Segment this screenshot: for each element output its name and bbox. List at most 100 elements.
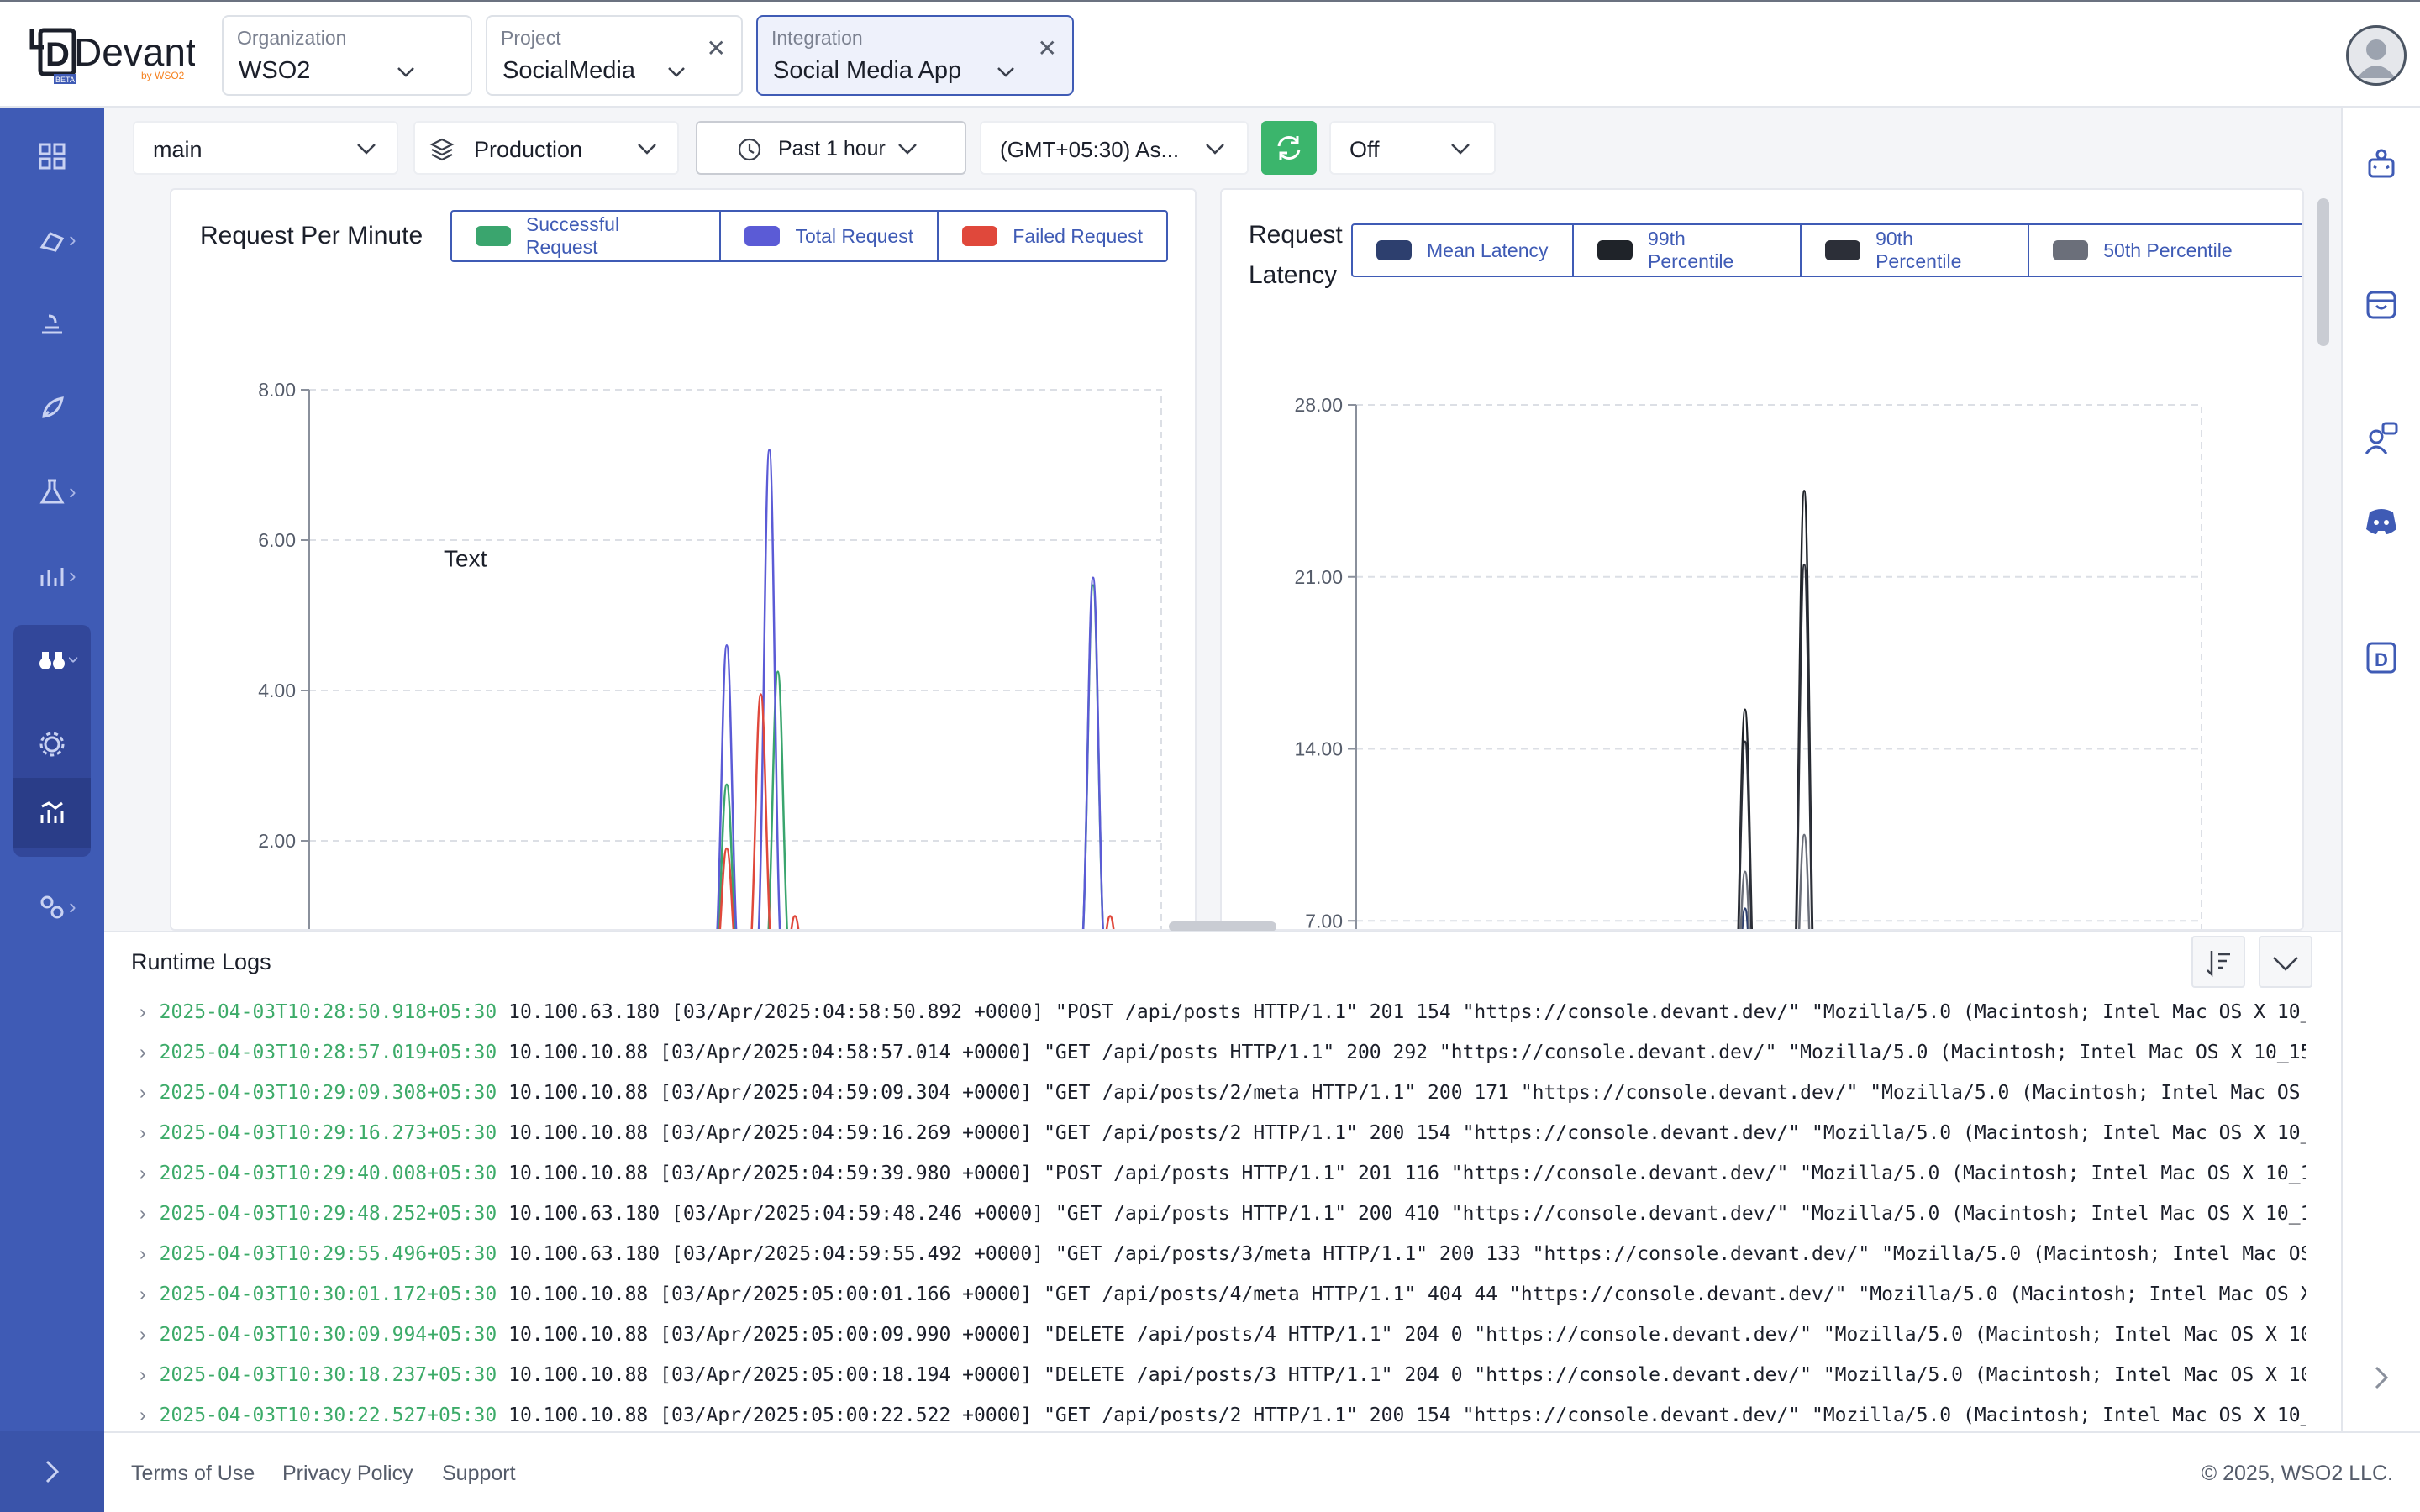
log-row[interactable]: › 2025-04-03T10:29:48.252+05:30 10.100.63… — [139, 1193, 2306, 1233]
clear-project-icon[interactable]: ✕ — [707, 37, 726, 60]
log-timestamp: 2025-04-03T10:30:01.172+05:30 — [159, 1284, 497, 1305]
legend-failed[interactable]: Failed Request — [939, 212, 1166, 260]
nav-launch[interactable] — [0, 375, 104, 442]
plot-frame — [1355, 404, 2202, 929]
expand-row-icon[interactable]: › — [139, 1081, 146, 1103]
environment-selector[interactable]: Production — [413, 121, 679, 175]
vertical-scrollbar[interactable] — [2317, 198, 2329, 346]
plot-frame — [308, 389, 1162, 929]
devant-logo[interactable]: D Devant BETA by WSO2 — [27, 25, 197, 87]
privacy-link[interactable]: Privacy Policy — [282, 1462, 413, 1486]
nav-observability[interactable]: › — [0, 627, 104, 694]
nav-deploy[interactable] — [0, 291, 104, 358]
discord-button[interactable] — [2363, 502, 2400, 543]
time-range-selector[interactable]: Past 1 hour — [696, 121, 966, 175]
log-row[interactable]: › 2025-04-03T10:28:57.019+05:30 10.100.10… — [139, 1032, 2306, 1072]
y-tick-label: 14.00 — [1294, 738, 1343, 760]
chevron-right-icon — [2375, 1366, 2389, 1389]
expand-row-icon[interactable]: › — [139, 1000, 146, 1022]
series-line-1 — [1741, 907, 1749, 929]
legend-total[interactable]: Total Request — [721, 212, 939, 260]
legend-p90[interactable]: 90th Percentile — [1802, 225, 2030, 276]
user-avatar[interactable] — [2346, 25, 2407, 86]
log-row[interactable]: › 2025-04-03T10:29:40.008+05:30 10.100.10… — [139, 1152, 2306, 1193]
terms-link[interactable]: Terms of Use — [131, 1462, 255, 1486]
log-row[interactable]: › 2025-04-03T10:30:09.994+05:30 10.100.10… — [139, 1314, 2306, 1354]
branch-value: main — [153, 137, 203, 162]
admin-icon — [40, 895, 64, 919]
chevron-right-icon: › — [69, 894, 76, 919]
branch-selector[interactable]: main — [133, 121, 398, 175]
nav-test[interactable]: › — [0, 459, 104, 526]
series-line-4 — [1739, 833, 1811, 929]
log-row[interactable]: › 2025-04-03T10:30:01.172+05:30 10.100.10… — [139, 1273, 2306, 1314]
expand-row-icon[interactable]: › — [139, 1242, 146, 1264]
chart-annotation: Text — [444, 545, 487, 571]
support-link[interactable]: Support — [442, 1462, 516, 1486]
timezone-selector[interactable]: (GMT+05:30) As... — [980, 121, 1249, 175]
auto-refresh-selector[interactable]: Off — [1329, 121, 1496, 175]
copyright-text: © 2025, WSO2 LLC. — [2201, 1462, 2393, 1485]
discord-icon — [2366, 509, 2396, 534]
log-row[interactable]: › 2025-04-03T10:29:16.273+05:30 10.100.10… — [139, 1112, 2306, 1152]
nav-obs-metrics[interactable] — [0, 780, 104, 847]
integration-selector[interactable]: Integration Social Media App ✕ — [756, 15, 1074, 96]
log-row[interactable]: › 2025-04-03T10:30:18.237+05:30 10.100.10… — [139, 1354, 2306, 1394]
log-row[interactable]: › 2025-04-03T10:29:09.308+05:30 10.100.10… — [139, 1072, 2306, 1112]
project-label: Project — [501, 27, 561, 49]
legend-p50[interactable]: 50th Percentile — [2029, 225, 2302, 276]
expand-row-icon[interactable]: › — [139, 1202, 146, 1224]
log-row[interactable]: › 2025-04-03T10:30:22.527+05:30 10.100.10… — [139, 1394, 2306, 1435]
sort-logs-button[interactable] — [2191, 936, 2245, 988]
expand-row-icon[interactable]: › — [139, 1404, 146, 1425]
legend-swatch — [1376, 240, 1412, 260]
docs-button[interactable]: D — [2363, 638, 2400, 680]
log-timestamp: 2025-04-03T10:29:55.496+05:30 — [159, 1243, 497, 1265]
log-message: 10.100.10.88 [03/Apr/2025:05:00:22.522 +… — [508, 1404, 2306, 1426]
nav-build[interactable]: › — [0, 207, 104, 274]
project-selector[interactable]: Project SocialMedia ✕ — [486, 15, 743, 96]
nav-overview[interactable] — [0, 123, 104, 190]
nav-admin[interactable]: › — [0, 874, 104, 941]
expand-row-icon[interactable]: › — [139, 1323, 146, 1345]
sort-icon — [2207, 951, 2230, 978]
expand-nav-button[interactable] — [0, 1431, 104, 1512]
expand-row-icon[interactable]: › — [139, 1041, 146, 1063]
log-message: 10.100.63.180 [03/Apr/2025:04:59:48.246 … — [508, 1203, 2306, 1225]
collapse-logs-button[interactable] — [2259, 936, 2312, 988]
ai-assistant-button[interactable] — [2363, 146, 2400, 187]
chevron-right-icon: › — [69, 227, 76, 252]
log-message: 10.100.10.88 [03/Apr/2025:05:00:18.194 +… — [508, 1364, 2306, 1386]
logo-text: Devant — [74, 30, 195, 74]
chevron-down-icon — [997, 67, 1014, 77]
overview-icon — [39, 143, 66, 170]
legend-label: 99th Percentile — [1648, 228, 1734, 272]
expand-row-icon[interactable]: › — [139, 1283, 146, 1305]
legend-p99[interactable]: 99th Percentile — [1574, 225, 1802, 276]
support-button[interactable] — [2363, 420, 2400, 461]
legend-label: Mean Latency — [1427, 239, 1549, 261]
inbox-button[interactable] — [2363, 286, 2400, 327]
legend-successful[interactable]: Successful Request — [452, 212, 722, 260]
request-latency-card: Request Latency Mean Latency 99th Percen… — [1220, 188, 2304, 931]
auto-refresh-value: Off — [1349, 137, 1380, 162]
legend-mean[interactable]: Mean Latency — [1353, 225, 1575, 276]
log-row[interactable]: › 2025-04-03T10:29:55.496+05:30 10.100.63… — [139, 1233, 2306, 1273]
expand-row-icon[interactable]: › — [139, 1121, 146, 1143]
nav-obs-settings[interactable] — [0, 711, 104, 778]
chevron-down-icon: › — [61, 656, 87, 664]
expand-row-icon[interactable]: › — [139, 1162, 146, 1184]
expand-panel-button[interactable] — [2370, 1361, 2395, 1399]
refresh-button[interactable] — [1261, 121, 1317, 175]
organization-selector[interactable]: Organization WSO2 — [222, 15, 472, 96]
log-row[interactable]: › 2025-04-03T10:28:50.918+05:30 10.100.63… — [139, 991, 2306, 1032]
runtime-logs-title: Runtime Logs — [131, 949, 271, 974]
log-message: 10.100.63.180 [03/Apr/2025:04:58:50.892 … — [508, 1001, 2306, 1023]
request-per-minute-card: Request Per Minute Successful Request To… — [170, 188, 1197, 931]
nav-insights[interactable]: › — [0, 543, 104, 610]
inbox-icon — [2366, 291, 2396, 319]
expand-row-icon[interactable]: › — [139, 1363, 146, 1385]
logo-sub: by WSO2 — [141, 70, 185, 81]
clear-integration-icon[interactable]: ✕ — [1038, 37, 1057, 60]
log-message: 10.100.10.88 [03/Apr/2025:04:58:57.014 +… — [508, 1042, 2306, 1063]
